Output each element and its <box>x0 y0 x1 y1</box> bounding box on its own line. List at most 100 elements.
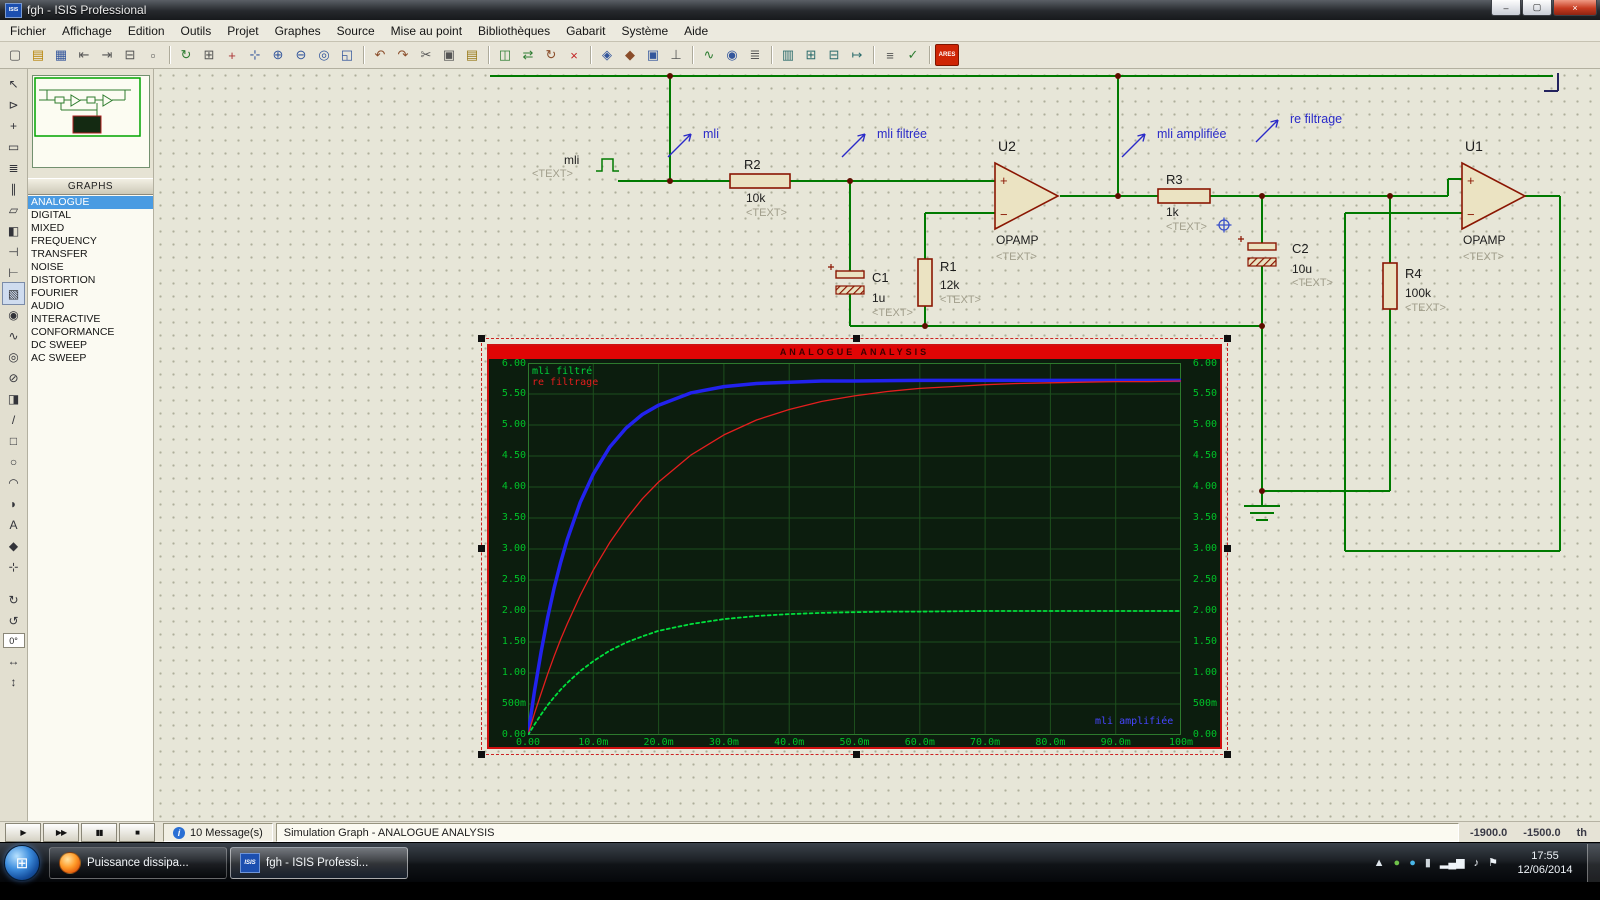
taskbar-isis-button[interactable]: ISIS fgh - ISIS Professi... <box>230 846 408 879</box>
text-script-mode[interactable]: ≣ <box>3 157 24 178</box>
rotate-clockwise-button[interactable]: ↻ <box>3 589 24 610</box>
stop-button[interactable]: ■ <box>119 823 155 842</box>
import-section[interactable]: ⇤ <box>73 45 95 65</box>
open-design[interactable]: ▤ <box>27 45 49 65</box>
device-pin-mode[interactable]: ⊢ <box>3 262 24 283</box>
menu-fichier[interactable]: Fichier <box>2 21 54 41</box>
zoom-out[interactable]: ⊖ <box>290 45 312 65</box>
resistor-r3[interactable]: R3 1k <TEXT> <box>1157 172 1211 233</box>
close-button[interactable]: × <box>1553 0 1597 16</box>
menu-graphes[interactable]: Graphes <box>267 21 329 41</box>
resistor-r1[interactable]: R1 12k <TEXT> <box>917 258 981 307</box>
graph-type-conformance[interactable]: CONFORMANCE <box>28 326 153 339</box>
cut[interactable]: ✂ <box>415 45 437 65</box>
terminal-mode[interactable]: ⊣ <box>3 241 24 262</box>
pick-parts[interactable]: ◈ <box>596 45 618 65</box>
angle-display[interactable]: 0° <box>2 633 25 648</box>
graph-type-audio[interactable]: AUDIO <box>28 300 153 313</box>
analysis-graph-window[interactable]: ANALOGUE ANALYSIS mli filtré re filtrage … <box>478 335 1231 758</box>
design-explorer[interactable]: ▥ <box>777 45 799 65</box>
menu-affichage[interactable]: Affichage <box>54 21 120 41</box>
component-mode[interactable]: ⊳ <box>3 94 24 115</box>
2d-line-mode[interactable]: / <box>3 409 24 430</box>
menu-outils[interactable]: Outils <box>173 21 220 41</box>
menu-syst-me[interactable]: Système <box>613 21 676 41</box>
block-delete[interactable]: × <box>563 45 585 65</box>
2d-box-mode[interactable]: □ <box>3 430 24 451</box>
block-copy[interactable]: ◫ <box>494 45 516 65</box>
2d-marker-mode[interactable]: ⊹ <box>3 556 24 577</box>
wire-label-mode[interactable]: ▭ <box>3 136 24 157</box>
wire-autorouter[interactable]: ∿ <box>698 45 720 65</box>
volume-tray-icon[interactable]: ♪ <box>1474 857 1480 869</box>
zoom-area[interactable]: ◱ <box>336 45 358 65</box>
search-tag[interactable]: ◉ <box>721 45 743 65</box>
graph-type-transfer[interactable]: TRANSFER <box>28 248 153 261</box>
netlist-to-ares[interactable]: ARES <box>935 44 959 66</box>
paste[interactable]: ▤ <box>461 45 483 65</box>
electrical-rule-check[interactable]: ✓ <box>902 45 924 65</box>
graph-type-dc-sweep[interactable]: DC SWEEP <box>28 339 153 352</box>
bus-mode[interactable]: ∥ <box>3 178 24 199</box>
new-design[interactable]: ▢ <box>4 45 26 65</box>
ground-symbol[interactable] <box>1244 505 1280 521</box>
graph-type-fourier[interactable]: FOURIER <box>28 287 153 300</box>
menu-biblioth-ques[interactable]: Bibliothèques <box>470 21 558 41</box>
messenger-tray-icon[interactable]: ● <box>1409 857 1416 869</box>
rotate-anticlockwise-button[interactable]: ↺ <box>3 610 24 631</box>
current-probe-mode[interactable]: ⊘ <box>3 367 24 388</box>
pulse-source-mli[interactable]: mli <TEXT> <box>532 153 619 180</box>
step-button[interactable]: ▶▶ <box>43 823 79 842</box>
redraw-display[interactable]: ↻ <box>175 45 197 65</box>
menu-aide[interactable]: Aide <box>676 21 716 41</box>
2d-arc-mode[interactable]: ◠ <box>3 472 24 493</box>
menu-mise-au-point[interactable]: Mise au point <box>383 21 470 41</box>
resistor-r2[interactable]: R2 10k <TEXT> <box>729 157 791 219</box>
2d-text-mode[interactable]: A <box>3 514 24 535</box>
menu-projet[interactable]: Projet <box>219 21 266 41</box>
action-center-icon[interactable]: ⚑ <box>1488 856 1498 869</box>
zoom-all[interactable]: ◎ <box>313 45 335 65</box>
make-device[interactable]: ◆ <box>619 45 641 65</box>
overview-window[interactable] <box>31 75 150 168</box>
virtual-instrument-mode[interactable]: ◨ <box>3 388 24 409</box>
selection-pointer[interactable]: ↖ <box>3 73 24 94</box>
schematic-canvas[interactable]: mli <TEXT> R2 10k <TEXT> R1 12k <TEXT> R… <box>154 69 1600 821</box>
resize-handle[interactable] <box>1224 545 1231 552</box>
minimize-button[interactable]: – <box>1491 0 1521 16</box>
resize-handle[interactable] <box>853 335 860 342</box>
center-at-cursor[interactable]: ⊹ <box>244 45 266 65</box>
pause-button[interactable]: ▮▮ <box>81 823 117 842</box>
capacitor-c1[interactable]: C1 1u <TEXT> <box>828 264 913 319</box>
show-desktop-button[interactable] <box>1587 843 1600 882</box>
block-move[interactable]: ⇄ <box>517 45 539 65</box>
toggle-grid[interactable]: ⊞ <box>198 45 220 65</box>
tape-recorder-mode[interactable]: ◉ <box>3 304 24 325</box>
resistor-r4[interactable]: R4 100k <TEXT> <box>1382 262 1446 314</box>
subcircuit-mode[interactable]: ▱ <box>3 199 24 220</box>
graph-type-distortion[interactable]: DISTORTION <box>28 274 153 287</box>
graph-type-noise[interactable]: NOISE <box>28 261 153 274</box>
graph-type-mixed[interactable]: MIXED <box>28 222 153 235</box>
resize-handle[interactable] <box>478 335 485 342</box>
2d-circle-mode[interactable]: ○ <box>3 451 24 472</box>
maximize-button[interactable]: ▢ <box>1522 0 1552 16</box>
save-design[interactable]: ▦ <box>50 45 72 65</box>
graph-type-analogue[interactable]: ANALOGUE <box>28 196 153 209</box>
origin[interactable]: + <box>221 45 243 65</box>
security-tray-icon[interactable]: ● <box>1394 857 1401 869</box>
resize-handle[interactable] <box>1224 335 1231 342</box>
copy[interactable]: ▣ <box>438 45 460 65</box>
instant-edit-mode[interactable]: ◧ <box>3 220 24 241</box>
opamp-u2[interactable]: + − U2 OPAMP <TEXT> <box>994 138 1060 263</box>
undo[interactable]: ↶ <box>369 45 391 65</box>
mark-output-area[interactable]: ▫ <box>142 45 164 65</box>
graph-type-ac-sweep[interactable]: AC SWEEP <box>28 352 153 365</box>
graph-type-digital[interactable]: DIGITAL <box>28 209 153 222</box>
resize-handle[interactable] <box>853 751 860 758</box>
capacitor-c2[interactable]: C2 10u <TEXT> <box>1238 236 1333 289</box>
zoom-in[interactable]: ⊕ <box>267 45 289 65</box>
device-tray-icon[interactable]: ▮ <box>1425 856 1431 869</box>
menu-gabarit[interactable]: Gabarit <box>558 21 613 41</box>
graph-mode[interactable]: ▧ <box>2 282 25 305</box>
